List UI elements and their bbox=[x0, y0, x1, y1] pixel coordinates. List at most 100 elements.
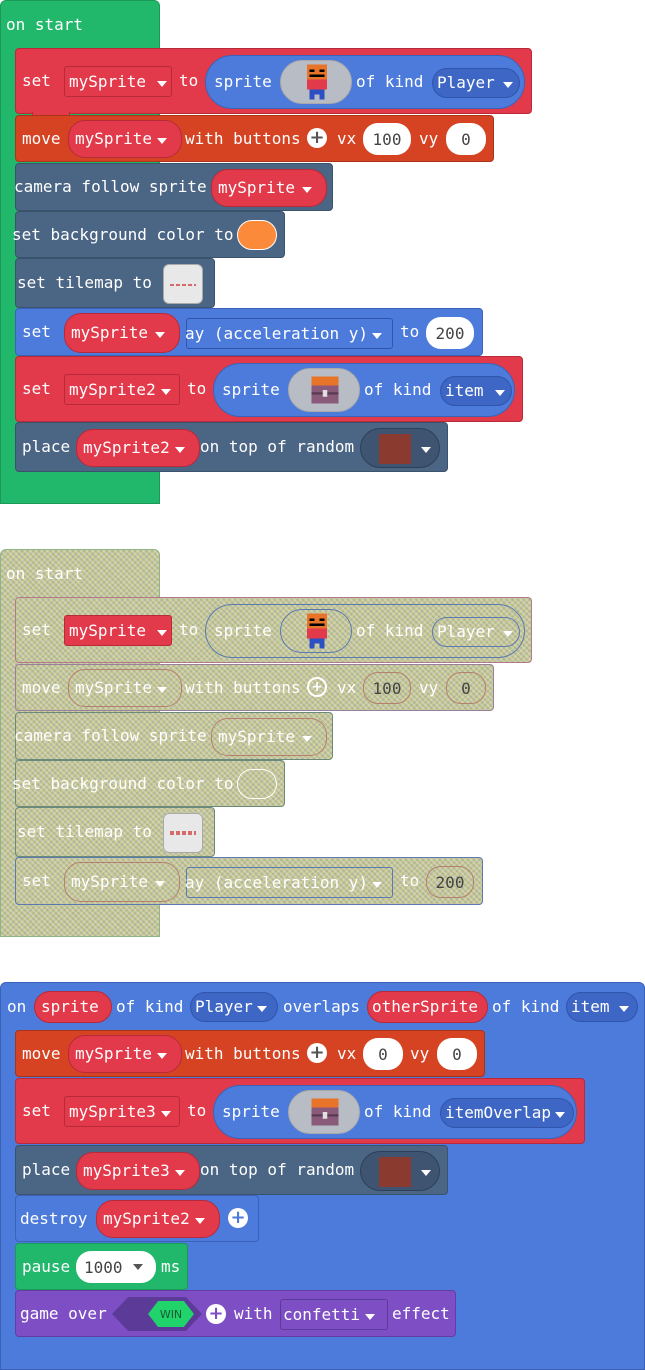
color-swatch[interactable] bbox=[237, 769, 277, 799]
pause-duration-dropdown[interactable]: 1000 bbox=[76, 1251, 156, 1283]
effect-dropdown[interactable]: confetti bbox=[280, 1299, 388, 1330]
variable-dropdown[interactable]: mySprite3 bbox=[64, 1096, 180, 1127]
tilemap-thumbnail[interactable] bbox=[163, 813, 203, 853]
set-sprite3-block[interactable]: set mySprite3 to sprite of kind itemOver… bbox=[15, 1078, 585, 1144]
sprite-label: sprite bbox=[214, 72, 272, 91]
variable-name: mySprite bbox=[69, 620, 147, 640]
variable-dropdown[interactable]: mySprite2 bbox=[96, 1200, 220, 1238]
caret-down-icon bbox=[191, 1211, 205, 1227]
variable-dropdown[interactable]: mySprite bbox=[211, 718, 327, 756]
tile-dropdown[interactable] bbox=[360, 428, 440, 468]
other-sprite-param[interactable]: otherSprite bbox=[367, 991, 488, 1023]
kind-dropdown[interactable]: item bbox=[566, 992, 638, 1022]
move-with-buttons-block-ghost[interactable]: move mySprite with buttons + vx 100 vy 0 bbox=[15, 664, 494, 711]
win-boolean-hexagon[interactable]: WIN bbox=[112, 1297, 202, 1331]
place-on-random-block[interactable]: place mySprite2 on top of random bbox=[15, 422, 448, 472]
set-acceleration-block-ghost[interactable]: set mySprite ay (acceleration y) to 200 bbox=[15, 857, 483, 905]
variable-dropdown[interactable]: mySprite bbox=[64, 313, 180, 353]
plus-icon[interactable]: + bbox=[307, 1043, 327, 1063]
property-dropdown[interactable]: ay (acceleration y) bbox=[185, 318, 393, 349]
vx-input[interactable]: 100 bbox=[363, 672, 411, 704]
kind-dropdown[interactable]: Player bbox=[432, 68, 520, 98]
set-tilemap-block-ghost[interactable]: set tilemap to bbox=[15, 807, 215, 857]
place-label: place bbox=[22, 437, 71, 456]
set-tilemap-block[interactable]: set tilemap to bbox=[15, 258, 215, 308]
set-sprite2-block[interactable]: set mySprite2 to sprite of kind item bbox=[15, 356, 523, 422]
variable-dropdown[interactable]: mySprite bbox=[64, 615, 172, 646]
variable-dropdown[interactable]: mySprite bbox=[68, 669, 182, 707]
caret-down-icon bbox=[153, 74, 167, 90]
pause-block[interactable]: pause 1000 ms bbox=[15, 1243, 188, 1290]
ay-input[interactable]: 200 bbox=[426, 317, 474, 349]
game-over-block[interactable]: game over WIN + with confetti effect bbox=[15, 1290, 456, 1337]
sprite-reporter[interactable]: sprite of kind Player bbox=[205, 55, 525, 109]
variable-name: mySprite bbox=[71, 323, 149, 342]
vy-input[interactable]: 0 bbox=[437, 1038, 477, 1070]
set-background-color-block[interactable]: set background color to bbox=[12, 211, 285, 258]
color-swatch[interactable] bbox=[237, 220, 277, 250]
variable-dropdown[interactable]: mySprite bbox=[68, 120, 182, 158]
treasure-chest-icon[interactable] bbox=[288, 368, 360, 412]
vx-value: 0 bbox=[378, 1044, 388, 1064]
kind-dropdown[interactable]: Player bbox=[190, 992, 278, 1022]
sprite-reporter[interactable]: sprite of kind Player bbox=[205, 604, 525, 658]
ay-value: 200 bbox=[435, 323, 465, 343]
tilemap-thumbnail[interactable] bbox=[163, 264, 203, 304]
variable-dropdown[interactable]: mySprite bbox=[68, 1035, 182, 1073]
vy-input[interactable]: 0 bbox=[446, 123, 486, 155]
plus-icon[interactable]: + bbox=[307, 677, 327, 697]
variable-name: mySprite2 bbox=[69, 379, 156, 399]
variable-dropdown[interactable]: mySprite bbox=[64, 66, 172, 97]
variable-dropdown[interactable]: mySprite3 bbox=[76, 1152, 200, 1190]
kind-dropdown[interactable]: itemOverlap bbox=[440, 1098, 574, 1128]
other-sprite-label: otherSprite bbox=[372, 997, 478, 1016]
player-sprite-icon[interactable] bbox=[280, 609, 352, 653]
caret-down-icon bbox=[151, 325, 165, 341]
sprite-reporter[interactable]: sprite of kind itemOverlap bbox=[213, 1085, 577, 1139]
to-label: to bbox=[187, 1101, 207, 1120]
vx-input[interactable]: 100 bbox=[363, 123, 411, 155]
overlaps-label: overlaps bbox=[283, 997, 361, 1016]
kind-dropdown[interactable]: item bbox=[440, 376, 512, 406]
sprite-reporter[interactable]: sprite of kind item bbox=[213, 363, 515, 417]
plus-icon[interactable]: + bbox=[206, 1304, 226, 1324]
variable-dropdown[interactable]: mySprite2 bbox=[76, 429, 200, 467]
move-with-buttons-block[interactable]: move mySprite with buttons + vx 100 vy 0 bbox=[15, 115, 494, 162]
move-label: move bbox=[22, 1043, 61, 1063]
kind-dropdown[interactable]: Player bbox=[432, 617, 520, 647]
plus-icon[interactable]: + bbox=[307, 128, 327, 148]
camera-follow-block-ghost[interactable]: camera follow sprite mySprite bbox=[14, 712, 333, 760]
kind-name: Player bbox=[437, 73, 495, 92]
destroy-block[interactable]: destroy mySprite2 + bbox=[15, 1195, 259, 1242]
caret-down-icon bbox=[171, 440, 185, 456]
plus-icon[interactable]: + bbox=[228, 1208, 248, 1228]
with-buttons-label: with buttons bbox=[185, 1043, 301, 1063]
player-sprite-icon[interactable] bbox=[280, 60, 352, 104]
move-with-buttons-block[interactable]: move mySprite with buttons + vx 0 vy 0 bbox=[15, 1030, 485, 1077]
set-acceleration-block[interactable]: set mySprite ay (acceleration y) to 200 bbox=[15, 308, 483, 356]
set-sprite-block[interactable]: set mySprite to sprite of kind Player bbox=[15, 48, 532, 122]
place-on-random-block[interactable]: place mySprite3 on top of random bbox=[15, 1145, 448, 1195]
vy-input[interactable]: 0 bbox=[446, 672, 486, 704]
camera-label: camera follow sprite bbox=[14, 726, 207, 745]
camera-follow-block[interactable]: camera follow sprite mySprite bbox=[14, 163, 333, 211]
treasure-chest-icon[interactable] bbox=[288, 1090, 360, 1134]
variable-dropdown[interactable]: mySprite2 bbox=[64, 374, 180, 405]
variable-dropdown[interactable]: mySprite bbox=[211, 169, 327, 207]
caret-down-icon bbox=[153, 1046, 167, 1062]
tile-dropdown[interactable] bbox=[360, 1151, 440, 1191]
tile-swatch bbox=[379, 1157, 411, 1187]
set-background-color-block-ghost[interactable]: set background color to bbox=[12, 760, 285, 807]
to-label: to bbox=[400, 871, 420, 890]
property-dropdown[interactable]: ay (acceleration y) bbox=[185, 867, 393, 898]
set-sprite-block-ghost[interactable]: set mySprite to sprite of kind Player bbox=[15, 597, 532, 663]
vx-input[interactable]: 0 bbox=[363, 1038, 403, 1070]
caret-down-icon bbox=[153, 623, 167, 639]
variable-dropdown[interactable]: mySprite bbox=[64, 862, 180, 902]
set-label: set bbox=[22, 620, 51, 639]
caret-down-icon bbox=[615, 999, 629, 1015]
vx-value: 100 bbox=[372, 678, 402, 698]
sprite-param[interactable]: sprite bbox=[34, 991, 112, 1023]
win-toggle[interactable]: WIN bbox=[148, 1301, 194, 1327]
ay-input[interactable]: 200 bbox=[426, 866, 474, 898]
